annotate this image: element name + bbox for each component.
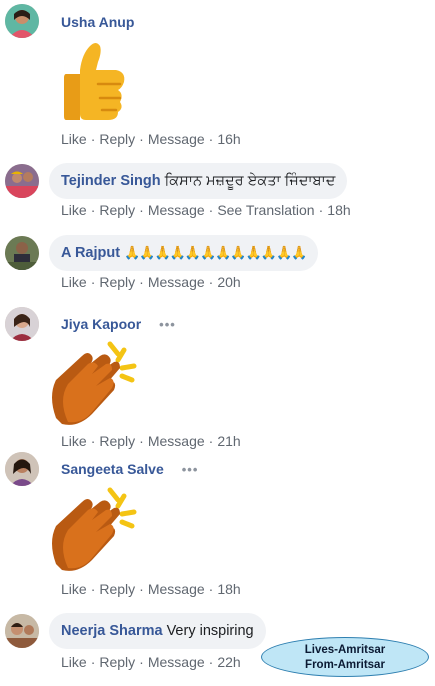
comment-header: Usha Anup — [61, 14, 138, 30]
message-link[interactable]: Message — [148, 202, 205, 218]
avatar[interactable] — [5, 4, 39, 38]
avatar[interactable] — [5, 452, 39, 486]
clapping-hands-icon — [48, 486, 142, 581]
see-translation-link[interactable]: See Translation — [217, 202, 314, 218]
like-link[interactable]: Like — [61, 131, 87, 147]
badge-line-from: From-Amritsar — [305, 659, 385, 671]
like-link[interactable]: Like — [61, 654, 87, 670]
like-link[interactable]: Like — [61, 202, 87, 218]
thumbs-up-icon — [62, 40, 128, 125]
like-link[interactable]: Like — [61, 433, 87, 449]
comment-header: Sangeeta Salve ••• — [61, 461, 198, 477]
comment-actions: Like · Reply · Message · 22h — [61, 654, 241, 670]
timestamp[interactable]: 16h — [217, 131, 240, 147]
badge-line-lives: Lives-Amritsar — [304, 644, 386, 656]
timestamp[interactable]: 20h — [217, 274, 240, 290]
comment-actions: Like · Reply · Message · See Translation · 18h — [61, 202, 351, 218]
message-link[interactable]: Message — [148, 581, 205, 597]
reply-link[interactable]: Reply — [99, 202, 135, 218]
avatar[interactable] — [5, 164, 39, 198]
like-link[interactable]: Like — [61, 274, 87, 290]
message-link[interactable]: Message — [148, 433, 205, 449]
comment-header: Jiya Kapoor ••• — [61, 316, 176, 332]
location-badge: Lives-Amritsar From-Amritsar — [261, 637, 429, 677]
comment-text: ਕਿਸਾਨ ਮਜ਼ਦੂਰ ਏਕਤਾ ਜਿੰਦਾਬਾਦ — [164, 173, 336, 189]
reply-link[interactable]: Reply — [99, 654, 135, 670]
timestamp[interactable]: 21h — [217, 433, 240, 449]
comment-bubble: Tejinder Singh ਕਿਸਾਨ ਮਜ਼ਦੂਰ ਏਕਤਾ ਜਿੰਦਾਬਾ… — [49, 163, 348, 199]
message-link[interactable]: Message — [148, 274, 205, 290]
comment-bubble: A Rajput 🙏🙏🙏🙏🙏🙏🙏🙏🙏🙏🙏🙏 — [49, 235, 319, 271]
comment-bubble: Neerja Sharma Very inspiring — [49, 613, 266, 649]
more-options-icon[interactable]: ••• — [159, 317, 176, 332]
avatar[interactable] — [5, 236, 39, 270]
author-name[interactable]: Jiya Kapoor — [61, 316, 141, 332]
comment-actions: Like · Reply · Message · 18h — [61, 581, 241, 597]
author-name[interactable]: Usha Anup — [61, 14, 134, 30]
reply-link[interactable]: Reply — [99, 581, 135, 597]
avatar[interactable] — [5, 614, 39, 648]
comment-text: 🙏🙏🙏🙏🙏🙏🙏🙏🙏🙏🙏🙏 — [124, 245, 307, 260]
timestamp[interactable]: 22h — [217, 654, 240, 670]
author-name[interactable]: Tejinder Singh — [61, 173, 161, 189]
message-link[interactable]: Message — [148, 654, 205, 670]
message-link[interactable]: Message — [148, 131, 205, 147]
author-name[interactable]: A Rajput — [61, 245, 120, 261]
reply-link[interactable]: Reply — [99, 274, 135, 290]
like-link[interactable]: Like — [61, 581, 87, 597]
comment-actions: Like · Reply · Message · 21h — [61, 433, 241, 449]
comment-actions: Like · Reply · Message · 20h — [61, 274, 241, 290]
more-options-icon[interactable]: ••• — [182, 462, 199, 477]
reply-link[interactable]: Reply — [99, 433, 135, 449]
comment-text: Very inspiring — [166, 623, 254, 639]
author-name[interactable]: Neerja Sharma — [61, 623, 163, 639]
avatar[interactable] — [5, 307, 39, 341]
clapping-hands-icon — [48, 340, 142, 435]
author-name[interactable]: Sangeeta Salve — [61, 461, 164, 477]
reply-link[interactable]: Reply — [99, 131, 135, 147]
timestamp[interactable]: 18h — [327, 202, 350, 218]
comment-actions: Like · Reply · Message · 16h — [61, 131, 241, 147]
timestamp[interactable]: 18h — [217, 581, 240, 597]
